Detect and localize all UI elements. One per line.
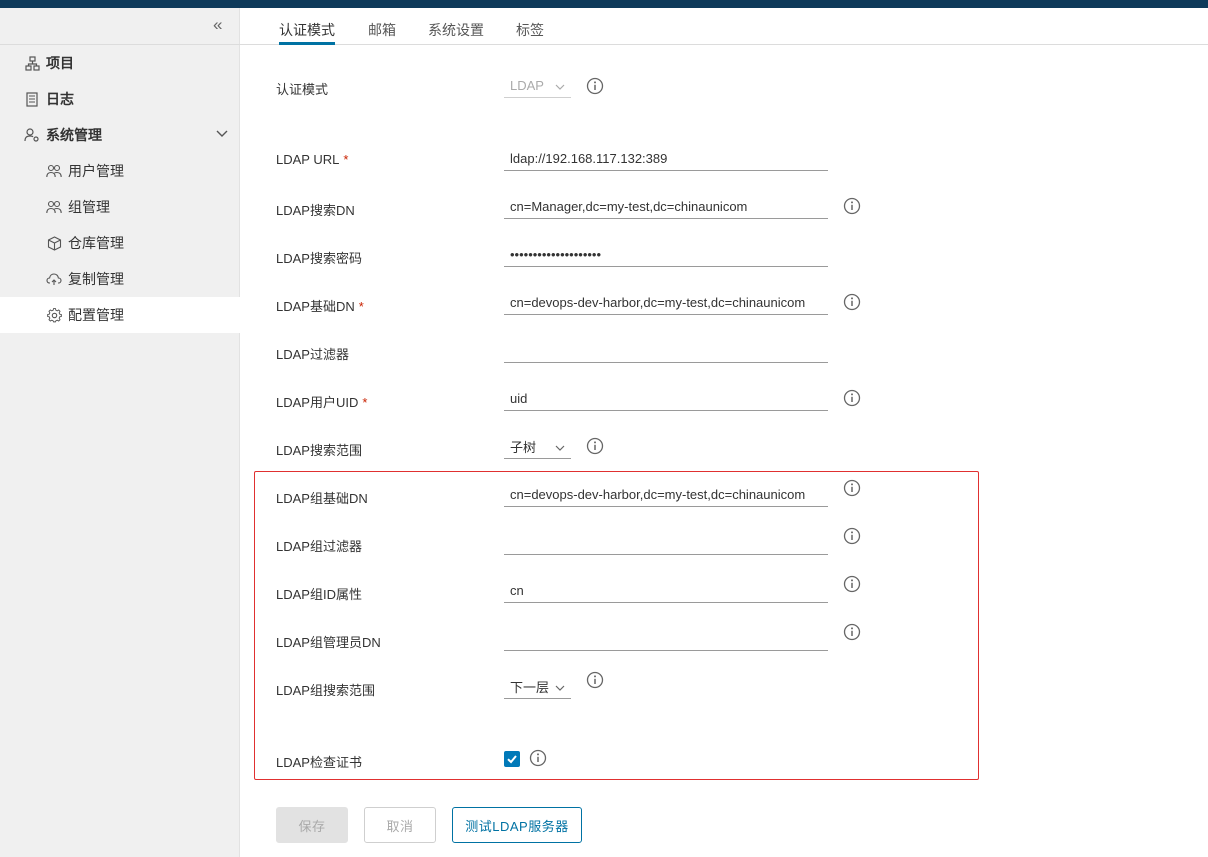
scope-select[interactable]: 子树 (504, 435, 571, 459)
sidebar-item-label: 复制管理 (68, 271, 124, 287)
required-mark: * (343, 152, 349, 167)
required-mark: * (358, 299, 364, 314)
ldap-url-label-text: LDAP URL (276, 152, 340, 167)
info-icon[interactable] (843, 197, 861, 215)
group-scope-select[interactable]: 下一层 (504, 675, 571, 699)
auth-mode-label: 认证模式 (276, 82, 329, 97)
info-icon[interactable] (529, 749, 547, 767)
sidebar-item-label: 仓库管理 (68, 235, 124, 251)
info-icon[interactable] (586, 77, 604, 95)
cancel-button[interactable]: 取消 (364, 807, 436, 843)
auth-mode-value: LDAP (510, 78, 544, 93)
sidebar-item-groups[interactable]: 组管理 (0, 189, 240, 225)
checkmark-icon (507, 755, 517, 764)
sidebar-item-admin[interactable]: 系统管理 (0, 117, 240, 153)
sidebar-item-logs[interactable]: 日志 (0, 81, 240, 117)
tab-system-settings[interactable]: 系统设置 (428, 20, 484, 45)
required-mark: * (362, 395, 368, 410)
info-icon[interactable] (843, 479, 861, 497)
users-icon (46, 163, 62, 179)
group-admin-dn-label: LDAP组管理员DN (276, 635, 381, 650)
config-tabs: 认证模式 邮箱 系统设置 标签 (240, 8, 1208, 45)
verify-cert-checkbox[interactable] (504, 751, 520, 767)
log-icon (24, 91, 40, 107)
info-icon[interactable] (843, 389, 861, 407)
scope-value: 子树 (510, 440, 537, 455)
tab-auth-mode[interactable]: 认证模式 (279, 20, 335, 45)
chevron-down-icon (555, 681, 565, 696)
info-icon[interactable] (843, 623, 861, 641)
info-icon[interactable] (843, 575, 861, 593)
group-id-attr-input[interactable] (504, 579, 828, 603)
info-icon[interactable] (586, 671, 604, 689)
search-password-input[interactable] (504, 243, 828, 267)
info-icon[interactable] (586, 437, 604, 455)
test-ldap-server-button[interactable]: 测试LDAP服务器 (452, 807, 582, 843)
uid-label-text: LDAP用户UID (276, 395, 359, 410)
search-dn-label: LDAP搜索DN (276, 203, 355, 218)
group-scope-value: 下一层 (510, 680, 550, 695)
top-header-bar (0, 0, 1208, 8)
filter-input[interactable] (504, 339, 828, 363)
verify-cert-label: LDAP检查证书 (276, 755, 362, 770)
group-id-attr-label: LDAP组ID属性 (276, 587, 362, 602)
sidebar-item-label: 项目 (46, 55, 74, 71)
uid-input[interactable] (504, 387, 828, 411)
sidebar-item-configuration[interactable]: 配置管理 (0, 297, 240, 333)
info-icon[interactable] (843, 293, 861, 311)
groups-icon (46, 199, 62, 215)
sidebar-item-label: 系统管理 (46, 127, 102, 143)
chevron-down-icon[interactable] (216, 127, 228, 142)
filter-label: LDAP过滤器 (276, 347, 349, 362)
scope-label: LDAP搜索范围 (276, 443, 362, 458)
tab-labels[interactable]: 标签 (516, 20, 544, 45)
base-dn-label-text: LDAP基础DN (276, 299, 355, 314)
sidebar: « 项目 日志 系统管理 用户管理 组管理 仓库管理 复制管理 配置管理 (0, 8, 240, 857)
tab-email[interactable]: 邮箱 (368, 20, 396, 45)
gear-icon (46, 307, 62, 323)
group-filter-label: LDAP组过滤器 (276, 539, 362, 554)
info-icon[interactable] (843, 527, 861, 545)
sidebar-item-users[interactable]: 用户管理 (0, 153, 240, 189)
base-dn-label: LDAP基础DN * (276, 296, 364, 315)
base-dn-input[interactable] (504, 291, 828, 315)
search-dn-input[interactable] (504, 195, 828, 219)
group-base-dn-label: LDAP组基础DN (276, 491, 368, 506)
sidebar-item-label: 用户管理 (68, 163, 124, 179)
save-button[interactable]: 保存 (276, 807, 348, 843)
sidebar-item-replication[interactable]: 复制管理 (0, 261, 240, 297)
ldap-url-label: LDAP URL * (276, 152, 348, 167)
sidebar-item-label: 日志 (46, 91, 74, 107)
group-admin-dn-input[interactable] (504, 627, 828, 651)
group-base-dn-input[interactable] (504, 483, 828, 507)
sidebar-item-projects[interactable]: 项目 (0, 45, 240, 81)
uid-label: LDAP用户UID * (276, 392, 367, 411)
group-scope-label: LDAP组搜索范围 (276, 683, 375, 698)
registry-icon (46, 235, 62, 251)
sidebar-item-label: 配置管理 (68, 307, 124, 323)
sidebar-item-registries[interactable]: 仓库管理 (0, 225, 240, 261)
project-icon (24, 55, 40, 71)
admin-icon (24, 127, 40, 143)
sidebar-item-label: 组管理 (68, 199, 110, 215)
group-filter-input[interactable] (504, 531, 828, 555)
ldap-url-input[interactable] (504, 147, 828, 171)
group-settings-highlight (254, 471, 979, 780)
chevron-down-icon (555, 80, 565, 95)
collapse-sidebar-icon[interactable]: « (213, 16, 229, 36)
chevron-down-icon (555, 441, 565, 456)
replication-icon (46, 271, 62, 287)
auth-mode-select[interactable]: LDAP (504, 74, 571, 98)
search-password-label: LDAP搜索密码 (276, 251, 362, 266)
